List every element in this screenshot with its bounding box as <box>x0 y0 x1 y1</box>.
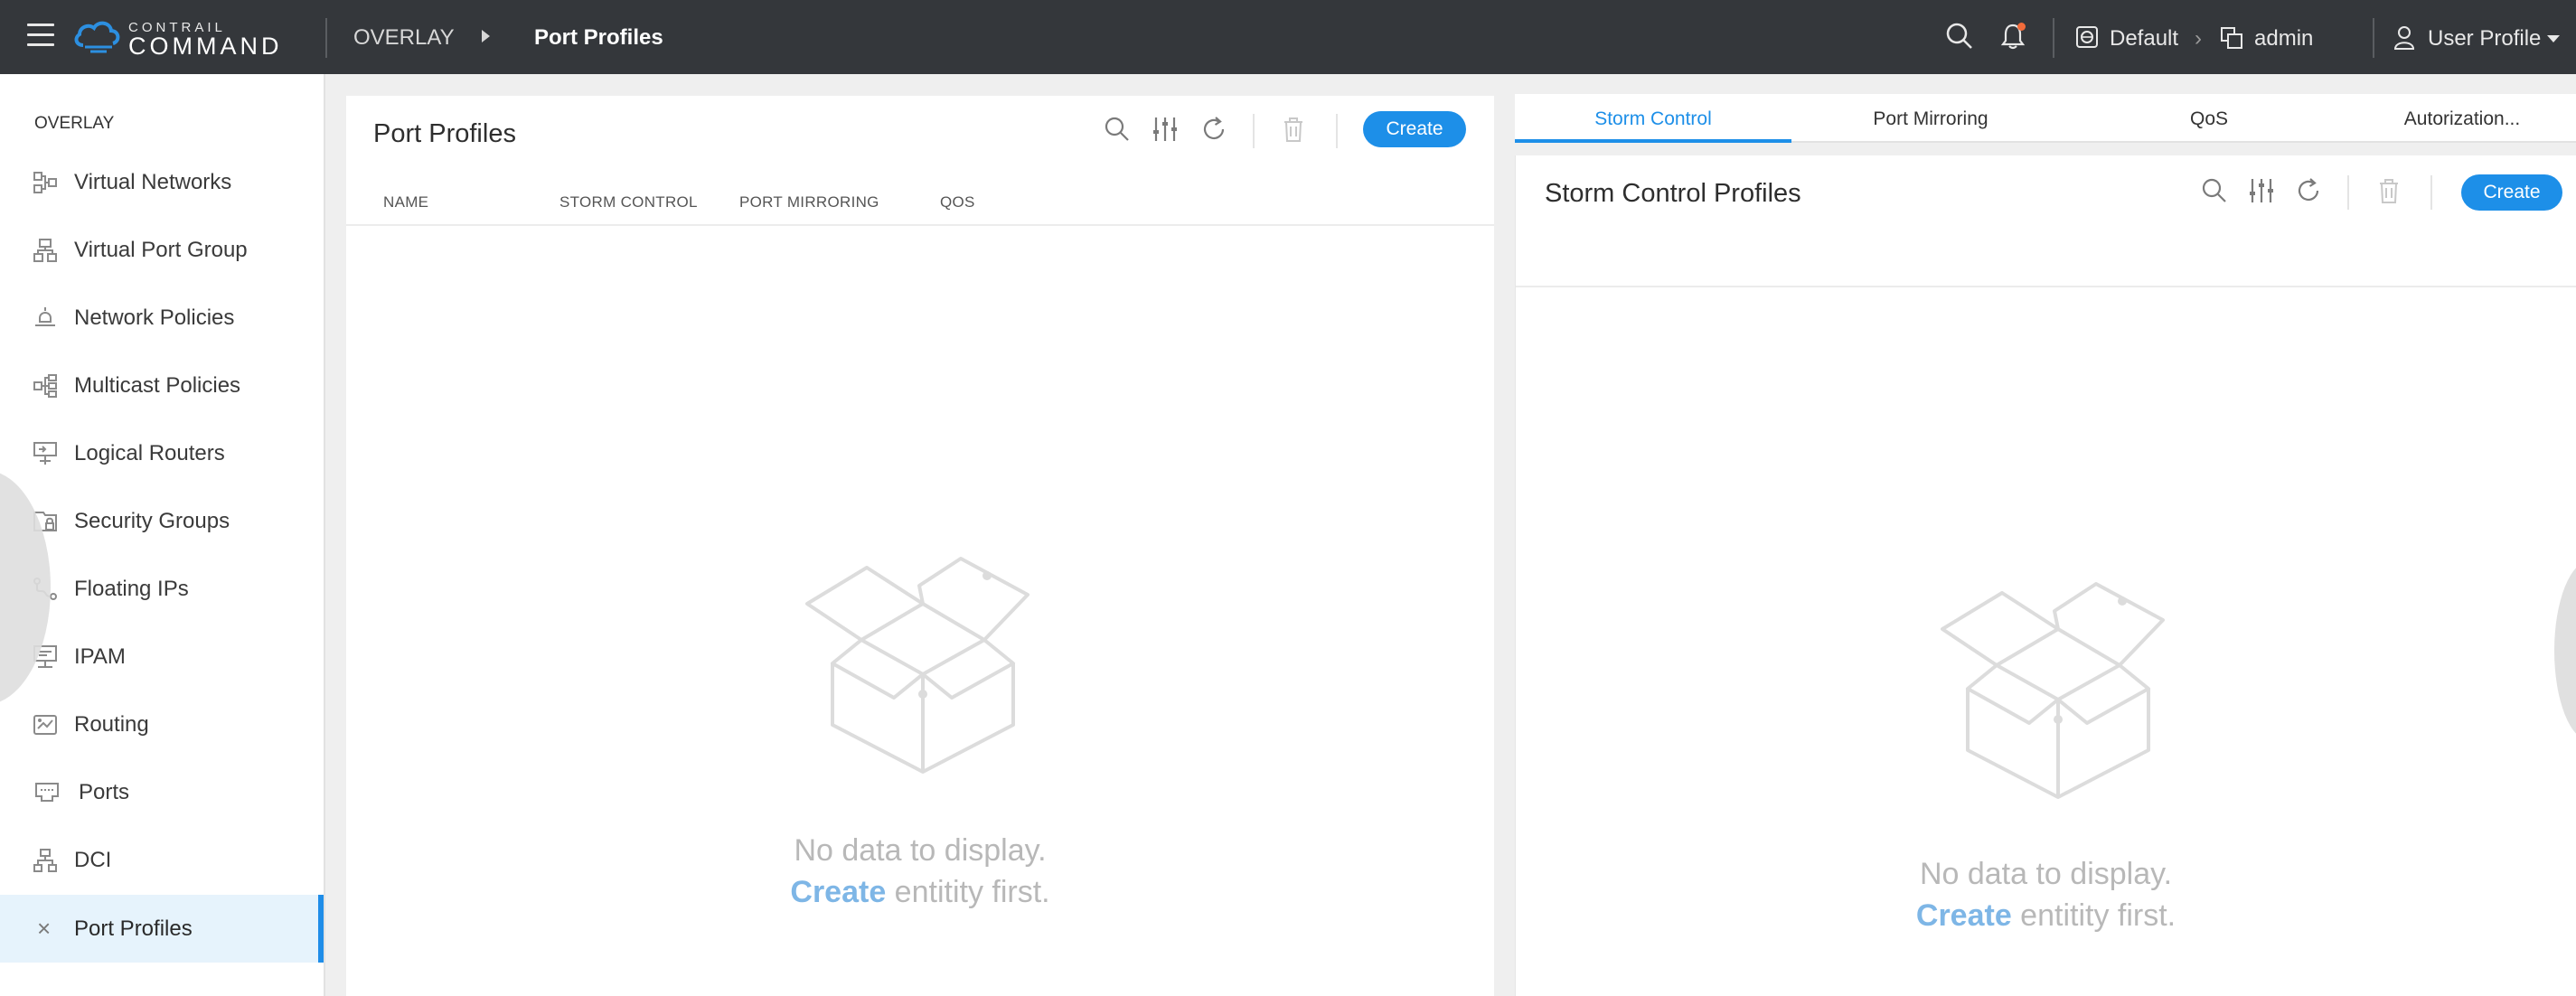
divider <box>2347 175 2349 210</box>
project-selector[interactable]: admin <box>2254 26 2313 52</box>
panel-title: Port Profiles <box>373 119 516 148</box>
sidebar-item-label: Logical Routers <box>74 441 225 465</box>
search-icon[interactable] <box>1945 22 1974 51</box>
virtual-networks-icon <box>33 172 57 193</box>
create-button[interactable]: Create <box>2461 174 2562 211</box>
sidebar-item-label: Security Groups <box>74 509 230 533</box>
sidebar-item-label: Multicast Policies <box>74 373 241 398</box>
filter-sliders-icon[interactable] <box>2248 177 2275 204</box>
breadcrumb-arrow-icon <box>482 30 490 42</box>
sidebar-item-label: Network Policies <box>74 305 235 330</box>
tab-storm-control[interactable]: Storm Control <box>1515 94 1791 143</box>
hamburger-menu-icon[interactable] <box>27 23 54 51</box>
create-link[interactable]: Create <box>790 875 886 909</box>
sidebar-item-label: Routing <box>74 712 149 737</box>
refresh-icon[interactable] <box>1200 116 1227 143</box>
sidebar-item-logical-routers[interactable]: Logical Routers <box>0 419 324 487</box>
sidebar-item-routing[interactable]: Routing <box>0 691 324 758</box>
chevron-down-icon[interactable] <box>2547 35 2560 42</box>
column-header-storm-control[interactable]: STORM CONTROL <box>559 193 698 211</box>
breadcrumb-current: Port Profiles <box>534 25 663 50</box>
column-header-qos[interactable]: QOS <box>940 193 975 211</box>
cloud-logo-icon <box>74 21 120 53</box>
divider <box>325 18 327 58</box>
divider <box>1336 114 1338 148</box>
sidebar-item-virtual-networks[interactable]: Virtual Networks <box>0 148 324 216</box>
sidebar: OVERLAY Virtual Networks Virtual Port Gr… <box>0 74 325 996</box>
user-icon <box>2393 26 2415 50</box>
sidebar-item-label: IPAM <box>74 644 126 669</box>
panel-title: Storm Control Profiles <box>1545 179 1801 208</box>
empty-state-message: No data to display. <box>1919 857 2173 891</box>
chevron-right-icon: › <box>2195 26 2202 51</box>
create-button[interactable]: Create <box>1363 111 1466 147</box>
sidebar-heading: OVERLAY <box>34 114 115 133</box>
close-icon[interactable]: × <box>37 915 51 943</box>
port-profiles-panel: Port Profiles Create NAME STORM CONTROL … <box>346 96 1494 996</box>
virtual-port-group-icon <box>33 239 57 262</box>
filter-sliders-icon[interactable] <box>1152 116 1179 143</box>
dci-icon <box>33 849 57 872</box>
storm-control-panel: Storm Control Profiles Create No data to… <box>1515 155 2576 996</box>
trash-icon[interactable] <box>1282 116 1305 143</box>
sidebar-item-label: Port Profiles <box>74 916 193 941</box>
sidebar-item-label: Floating IPs <box>74 577 189 601</box>
sidebar-item-virtual-port-group[interactable]: Virtual Port Group <box>0 216 324 284</box>
sidebar-item-ipam[interactable]: IPAM <box>0 623 324 691</box>
breadcrumb-overlay[interactable]: OVERLAY <box>353 25 455 51</box>
search-icon[interactable] <box>1104 116 1131 143</box>
contrail-command-logo[interactable]: CONTRAIL COMMAND <box>72 16 283 60</box>
divider <box>1253 114 1255 148</box>
tab-port-mirroring[interactable]: Port Mirroring <box>1791 94 2070 143</box>
divider <box>1516 286 2576 287</box>
refresh-icon[interactable] <box>2295 177 2322 204</box>
divider <box>2430 175 2432 210</box>
sidebar-item-multicast-policies[interactable]: Multicast Policies <box>0 352 324 419</box>
profile-tabs: Storm Control Port Mirroring QoS Autoriz… <box>1515 94 2576 143</box>
brand-main-text: COMMAND <box>128 33 283 60</box>
ports-icon <box>35 783 59 802</box>
sidebar-item-label: Ports <box>79 780 130 804</box>
empty-state-hint-text: entitity first. <box>2011 898 2176 933</box>
empty-state-message: No data to display. <box>794 833 1047 868</box>
tab-autorization[interactable]: Autorization... <box>2348 94 2576 143</box>
sidebar-item-label: Virtual Networks <box>74 170 232 194</box>
notification-dot <box>2017 23 2026 31</box>
create-link[interactable]: Create <box>1916 898 2012 933</box>
divider <box>346 224 1494 226</box>
divider <box>2373 18 2374 58</box>
sidebar-item-ports[interactable]: Ports <box>0 758 324 826</box>
domain-icon <box>2076 26 2098 48</box>
tab-qos[interactable]: QoS <box>2070 94 2348 143</box>
sidebar-item-label: DCI <box>74 848 112 872</box>
trash-icon[interactable] <box>2377 177 2401 204</box>
project-icon <box>2221 27 2242 49</box>
empty-state-hint: Create entitity first. <box>346 875 1494 910</box>
sidebar-item-label: Virtual Port Group <box>74 238 248 262</box>
sidebar-item-network-policies[interactable]: Network Policies <box>0 284 324 352</box>
empty-state-hint-text: entitity first. <box>886 875 1050 909</box>
empty-box-icon <box>805 557 1029 774</box>
logical-routers-icon <box>33 442 57 465</box>
sidebar-item-dci[interactable]: DCI <box>0 826 324 894</box>
multicast-policies-icon <box>33 374 57 398</box>
top-bar: CONTRAIL COMMAND OVERLAY Port Profiles D… <box>0 0 2576 74</box>
sidebar-item-port-profiles[interactable]: × Port Profiles <box>0 895 324 963</box>
sidebar-item-security-groups[interactable]: Security Groups <box>0 487 324 555</box>
domain-selector[interactable]: Default <box>2110 26 2178 52</box>
empty-state-hint: Create entitity first. <box>1516 898 2576 934</box>
network-policies-icon <box>35 307 55 326</box>
column-header-name[interactable]: NAME <box>383 193 428 211</box>
routing-icon <box>33 715 57 735</box>
divider <box>2053 18 2054 58</box>
search-icon[interactable] <box>2201 177 2228 204</box>
user-profile-menu[interactable]: User Profile <box>2428 26 2541 52</box>
empty-box-icon <box>1941 582 2165 799</box>
column-header-port-mirroring[interactable]: PORT MIRRORING <box>739 193 879 211</box>
